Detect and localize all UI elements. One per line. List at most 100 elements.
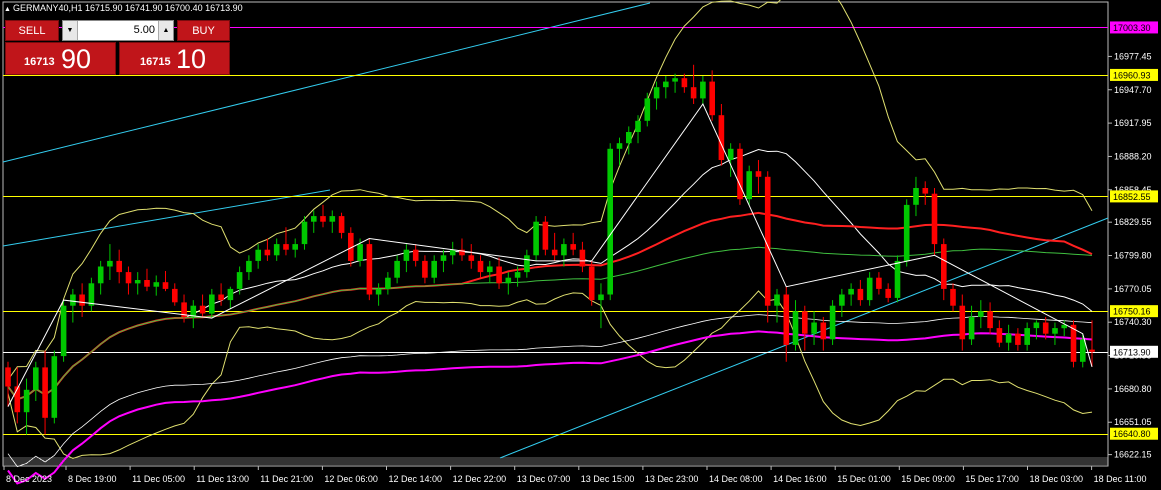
y-tick-label: 16888.20	[1114, 151, 1152, 161]
triangle-up-icon: ▲	[4, 6, 11, 13]
sell-button[interactable]: SELL	[5, 20, 59, 41]
candle-body	[959, 305, 966, 340]
level-label-text: 16640.80	[1113, 429, 1151, 439]
candle-body	[227, 288, 234, 301]
candle-body	[273, 244, 280, 256]
candle-body	[598, 294, 604, 301]
sell-price-big: 90	[61, 44, 92, 74]
candle-body	[894, 260, 901, 298]
level-label-text: 16960.93	[1113, 70, 1151, 80]
candle-body	[922, 188, 929, 194]
candle-body	[496, 266, 502, 284]
one-click-trade-panel: SELL ▼ 5.00 ▲ BUY 16713 90 16715 10	[5, 20, 230, 76]
candle-body	[848, 288, 854, 295]
candle-body	[987, 311, 993, 329]
candle-body	[375, 288, 382, 295]
zigzag-path	[7, 103, 1093, 407]
candle-body	[1052, 328, 1058, 334]
x-tick-label: 14 Dec 08:00	[709, 474, 763, 484]
candle-body	[626, 132, 632, 144]
candle-body	[23, 389, 30, 413]
symbol-info: ▲ GERMANY40,H1 16715.90 16741.90 16700.40…	[4, 3, 243, 13]
candle-body	[876, 277, 882, 289]
candle-body	[338, 216, 345, 233]
candle-body	[968, 316, 975, 340]
candle-body	[653, 87, 660, 99]
candle-body	[116, 260, 122, 273]
candle-body	[588, 266, 595, 301]
y-tick-label: 16622.15	[1114, 450, 1152, 460]
candle-body	[913, 188, 919, 205]
x-tick-label: 18 Dec 11:00	[1094, 474, 1147, 484]
candle-body	[403, 249, 410, 261]
horizontal-levels	[3, 27, 1108, 435]
candle-body	[209, 294, 215, 314]
candle-body	[616, 143, 623, 149]
y-tick-label: 16740.30	[1114, 317, 1152, 327]
x-tick-label: 15 Dec 09:00	[901, 474, 955, 484]
candle-body	[292, 244, 298, 250]
x-axis-ticks: 8 Dec 2023 8 Dec 19:00 11 Dec 05:00 11 Dec …	[3, 466, 1147, 484]
candle-body	[394, 260, 400, 278]
candle-body	[1042, 322, 1049, 334]
candle-body	[172, 288, 178, 303]
candle-body	[449, 249, 456, 256]
candle-body	[811, 322, 817, 334]
x-tick-label: 12 Dec 06:00	[324, 474, 378, 484]
candle-body	[561, 244, 567, 256]
candle-body	[162, 282, 169, 289]
sell-price-small: 16713	[24, 56, 55, 68]
level-label-text: 17003.30	[1113, 23, 1151, 33]
candle-body	[579, 249, 586, 267]
candle-body	[885, 288, 891, 298]
candle-body	[199, 305, 206, 314]
candle-body	[839, 294, 845, 306]
candle-body	[570, 244, 576, 250]
candle-body	[255, 249, 261, 261]
candle-body	[236, 272, 243, 289]
candle-body	[663, 81, 669, 88]
buy-button[interactable]: BUY	[177, 20, 230, 41]
candle-body	[996, 328, 1003, 343]
candle-body	[903, 204, 910, 261]
candle-body	[329, 216, 336, 222]
sell-price-button[interactable]: 16713 90	[5, 42, 116, 75]
candle-body	[746, 171, 752, 200]
lot-size-value[interactable]: 5.00	[134, 21, 155, 40]
candle-body	[366, 244, 373, 295]
chevron-down-icon[interactable]: ▼	[63, 21, 78, 40]
candle-body	[422, 260, 428, 278]
symbol-info-text: GERMANY40,H1 16715.90 16741.90 16700.40 …	[12, 3, 243, 13]
channel-line-upper	[2, 189, 331, 247]
candle-body	[218, 294, 224, 301]
x-tick-label: 13 Dec 23:00	[645, 474, 699, 484]
candle-body	[311, 216, 317, 222]
candle-body	[246, 260, 252, 273]
candle-body	[283, 244, 289, 250]
lot-size-input[interactable]: ▼ 5.00 ▲	[62, 20, 174, 41]
candle-body	[533, 221, 539, 256]
chevron-up-icon[interactable]: ▲	[158, 21, 173, 40]
buy-price-small: 16715	[140, 56, 171, 68]
candle-body	[33, 367, 39, 390]
x-tick-label: 8 Dec 19:00	[68, 474, 117, 484]
candle-body	[264, 249, 271, 256]
buy-price-button[interactable]: 16715 10	[119, 42, 230, 75]
x-tick-label: 8 Dec 2023	[6, 474, 52, 484]
candle-body	[5, 367, 11, 387]
candle-body	[931, 193, 938, 245]
x-tick-label: 11 Dec 05:00	[132, 474, 185, 484]
candle-body	[607, 148, 613, 295]
candle-body	[709, 81, 715, 116]
x-tick-label: 18 Dec 03:00	[1030, 474, 1084, 484]
candle-body	[718, 115, 725, 160]
candle-body	[737, 148, 743, 200]
moving-averages	[7, 211, 1093, 485]
candle-body	[978, 311, 984, 317]
candle-body	[14, 386, 21, 413]
candle-body	[477, 260, 484, 273]
candle-body	[635, 120, 641, 132]
candle-body	[153, 282, 160, 287]
candle-body	[672, 78, 678, 82]
candle-body	[866, 277, 873, 301]
